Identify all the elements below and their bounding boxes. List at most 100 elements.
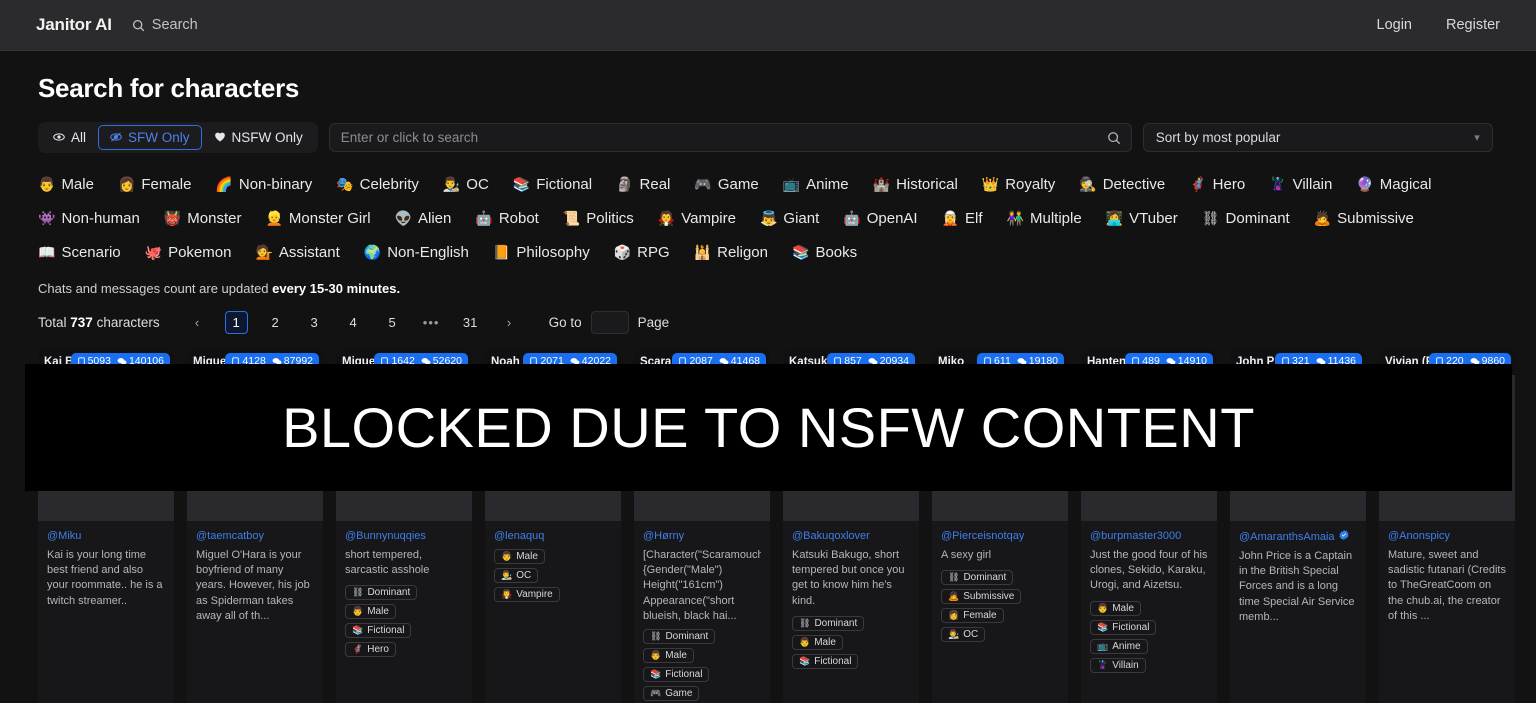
tag-game[interactable]: 🎮 Game — [694, 176, 758, 193]
card-tag-chip[interactable]: ⛓ Dominant — [345, 585, 418, 601]
card-tag-chip[interactable]: 🦹 Villain — [1090, 657, 1146, 673]
tag-vtuber[interactable]: 👩‍💻 VTuber — [1106, 210, 1178, 227]
card-tag-chip[interactable]: 👩 Female — [941, 608, 1004, 624]
card-tag-chip[interactable]: 🧛 Vampire — [494, 587, 560, 602]
card-author-handle[interactable]: @Bakuqoxlover — [792, 530, 870, 542]
card-tag-chip[interactable]: 📚 Fictional — [345, 623, 412, 639]
tag-villain[interactable]: 🦹 Villain — [1269, 176, 1332, 193]
tag-non-english[interactable]: 🌍 Non-English — [364, 244, 469, 261]
tag-pokemon[interactable]: 🐙 Pokemon — [145, 244, 232, 261]
card-author-handle[interactable]: @burpmaster3000 — [1090, 530, 1181, 542]
tag-emoji-icon: 👨 — [38, 176, 56, 192]
tag-historical[interactable]: 🏰 Historical — [873, 176, 958, 193]
pagination-page-5[interactable]: 5 — [381, 311, 404, 334]
tag-robot[interactable]: 🤖 Robot — [475, 210, 538, 227]
tag-monster[interactable]: 👹 Monster — [164, 210, 242, 227]
card-author-handle[interactable]: @Miku — [47, 530, 81, 542]
chip-label: Dominant — [814, 617, 858, 629]
goto-page-input[interactable] — [590, 310, 629, 334]
tag-books[interactable]: 📚 Books — [792, 244, 857, 261]
tag-submissive[interactable]: 🙇 Submissive — [1314, 210, 1414, 227]
card-tag-chips: ⛓ Dominant 🙇 Submissive 👩 Female 👨‍🎨 OC — [941, 570, 1059, 643]
card-tag-chip[interactable]: 📚 Fictional — [792, 653, 859, 669]
filter-nsfw-only[interactable]: NSFW Only — [202, 125, 315, 150]
tag-openai[interactable]: 🤖 OpenAI — [843, 210, 917, 227]
card-tag-chip[interactable]: ⛓ Dominant — [792, 615, 865, 631]
card-tag-chip[interactable]: 👨 Male — [494, 549, 545, 564]
card-tag-chip[interactable]: 👨 Male — [792, 634, 843, 650]
card-author-handle[interactable]: @Hørny — [643, 530, 684, 542]
tag-hero[interactable]: 🦸 Hero — [1189, 176, 1245, 193]
nav-search-button[interactable]: Search — [132, 17, 198, 33]
login-link[interactable]: Login — [1377, 17, 1412, 33]
card-tag-chip[interactable]: 👨‍🎨 OC — [941, 627, 986, 643]
tag-vampire[interactable]: 🧛 Vampire — [658, 210, 736, 227]
tag-politics[interactable]: 📜 Politics — [563, 210, 634, 227]
card-author-handle[interactable]: @Bunnynuqqies — [345, 530, 426, 542]
card-tag-chip[interactable]: ⛓ Dominant — [941, 570, 1014, 586]
card-tag-chip[interactable]: 👨 Male — [1090, 600, 1141, 616]
filter-sfw-only[interactable]: SFW Only — [98, 125, 202, 150]
pagination-page-3[interactable]: 3 — [303, 311, 326, 334]
tag-emoji-icon: 🔮 — [1356, 176, 1374, 192]
pagination-page-31[interactable]: 31 — [459, 311, 482, 334]
chip-emoji-icon: 🎮 — [650, 688, 662, 698]
tag-multiple[interactable]: 👫 Multiple — [1007, 210, 1082, 227]
tag-non-binary[interactable]: 🌈 Non-binary — [215, 176, 312, 193]
card-tag-chip[interactable]: 👨 Male — [643, 648, 694, 663]
tag-emoji-icon: 🏰 — [872, 176, 891, 192]
card-tag-chip[interactable]: ⛓ Dominant — [643, 629, 716, 644]
pagination-page-4[interactable]: 4 — [342, 311, 365, 334]
sort-dropdown[interactable]: Sort by most popular ▾ — [1142, 123, 1493, 152]
tag-magical[interactable]: 🔮 Magical — [1356, 176, 1431, 193]
card-tag-chip[interactable]: 📺 Anime — [1090, 638, 1148, 654]
tag-philosophy[interactable]: 📙 Philosophy — [493, 244, 590, 261]
search-submit-icon[interactable] — [1105, 129, 1123, 147]
tag-rpg[interactable]: 🎲 RPG — [614, 244, 670, 261]
tag-scenario[interactable]: 📖 Scenario — [38, 244, 121, 261]
tag-label: Non-human — [61, 209, 140, 227]
tag-royalty[interactable]: 👑 Royalty — [982, 176, 1055, 193]
card-tag-chip[interactable]: 👨‍🎨 OC — [494, 568, 539, 583]
tag-celebrity[interactable]: 🎭 Celebrity — [336, 176, 419, 193]
tag-assistant[interactable]: 💁 Assistant — [255, 244, 339, 261]
search-input[interactable] — [340, 130, 1105, 145]
pagination-next[interactable]: › — [498, 311, 521, 334]
tag-emoji-icon: 🦹 — [1269, 176, 1287, 192]
tag-fictional[interactable]: 📚 Fictional — [513, 176, 592, 193]
card-author-handle[interactable]: @Anonspicy — [1388, 530, 1450, 542]
pagination-page-2[interactable]: 2 — [264, 311, 287, 334]
tag-giant[interactable]: 👼 Giant — [760, 210, 819, 227]
card-author-handle[interactable]: @taemcatboy — [196, 530, 264, 542]
card-tag-chips: 👨 Male 📚 Fictional 📺 Anime 🦹 Villain — [1090, 600, 1208, 673]
brand-logo[interactable]: Janitor AI — [36, 15, 112, 35]
tag-elf[interactable]: 🧝 Elf — [942, 210, 983, 227]
pagination-prev[interactable]: ‹ — [186, 311, 209, 334]
filter-all[interactable]: All — [41, 125, 98, 150]
tag-monster-girl[interactable]: 👱 Monster Girl — [265, 210, 370, 227]
card-tag-chip[interactable]: 🙇 Submissive — [941, 589, 1022, 605]
tag-anime[interactable]: 📺 Anime — [783, 176, 849, 193]
search-bar[interactable] — [328, 123, 1132, 152]
tag-religon[interactable]: 🕌 Religon — [694, 244, 768, 261]
card-tag-chip[interactable]: 🦸 Hero — [345, 642, 396, 658]
chip-emoji-icon: ⛓ — [650, 631, 662, 641]
register-link[interactable]: Register — [1446, 17, 1500, 33]
tag-male[interactable]: 👨 Male — [38, 176, 94, 193]
tag-label: VTuber — [1129, 209, 1178, 227]
tag-oc[interactable]: 👨‍🎨 OC — [443, 176, 489, 193]
card-tag-chip[interactable]: 📚 Fictional — [643, 667, 710, 682]
tag-real[interactable]: 🗿 Real — [616, 176, 670, 193]
pagination-page-1[interactable]: 1 — [224, 310, 248, 334]
card-author-handle[interactable]: @Pierceisnotqay — [941, 530, 1024, 542]
card-author-handle[interactable]: @lenaquq — [494, 530, 544, 542]
tag-detective[interactable]: 🕵️ Detective — [1079, 176, 1165, 193]
tag-dominant[interactable]: ⛓ Dominant — [1202, 210, 1290, 227]
card-author-handle[interactable]: @AmaranthsAmaia — [1239, 531, 1335, 543]
card-tag-chip[interactable]: 👨 Male — [345, 604, 396, 620]
card-tag-chip[interactable]: 🎮 Game — [643, 686, 700, 701]
card-tag-chip[interactable]: 📚 Fictional — [1090, 619, 1157, 635]
tag-female[interactable]: 👩 Female — [118, 176, 191, 193]
tag-alien[interactable]: 👽 Alien — [395, 210, 452, 227]
tag-non-human[interactable]: 👾 Non-human — [38, 210, 140, 227]
